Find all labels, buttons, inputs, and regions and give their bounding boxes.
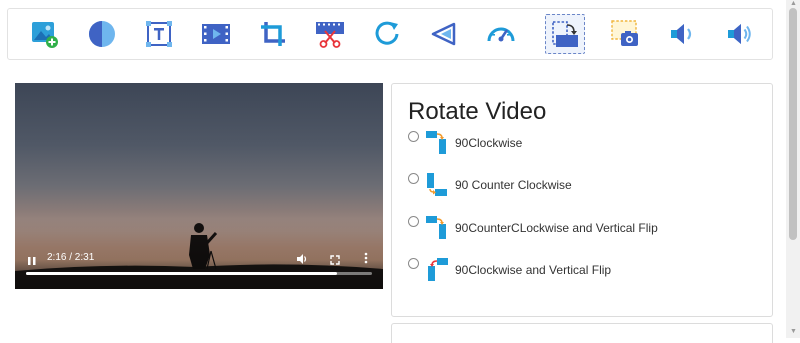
volume-high-icon: [728, 24, 751, 44]
pause-button[interactable]: [27, 253, 37, 265]
cut-video-icon: [316, 22, 344, 48]
rotate-counter-clockwise-icon: [427, 173, 447, 196]
rotate-video-icon: [552, 21, 578, 47]
add-image-button[interactable]: [25, 14, 65, 54]
crop-button[interactable]: [253, 14, 293, 54]
option-label: 90CounterCLockwise and Vertical Flip: [455, 221, 658, 235]
rotate-video-button[interactable]: [545, 14, 585, 54]
fullscreen-icon: [330, 255, 340, 265]
time-display: 2:16 / 2:31: [47, 252, 95, 263]
more-vertical-icon: [364, 252, 368, 264]
volume-icon: [297, 254, 307, 264]
reverse-icon: [431, 22, 456, 46]
volume-low-icon: [671, 24, 692, 44]
loop-button[interactable]: [367, 14, 407, 54]
video-clip-icon: [202, 24, 230, 44]
secondary-panel: [391, 323, 773, 343]
panel-title: Rotate Video: [408, 98, 547, 125]
add-image-icon: [32, 22, 58, 48]
fullscreen-button[interactable]: [330, 252, 340, 265]
screenshot-icon: [611, 20, 638, 46]
radio-90-clockwise-vertical-flip[interactable]: [408, 257, 419, 269]
color-adjust-icon: [89, 21, 115, 47]
scroll-down-icon[interactable]: ▼: [790, 328, 797, 335]
option-90-clockwise-vertical-flip[interactable]: 90Clockwise and Vertical Flip: [408, 256, 611, 284]
rotate-clockwise-icon: [426, 131, 446, 154]
cut-video-button[interactable]: [310, 14, 350, 54]
seek-bar[interactable]: [26, 272, 372, 275]
crop-icon: [261, 22, 285, 46]
option-90-clockwise[interactable]: 90Clockwise: [408, 129, 522, 157]
speed-button[interactable]: [481, 14, 521, 54]
rotate-clockwise-flip-icon: [428, 258, 448, 281]
radio-90-clockwise[interactable]: [408, 130, 419, 142]
page-scrollbar[interactable]: ▲ ▼: [786, 0, 800, 338]
radio-90-counter-clockwise-vertical-flip[interactable]: [408, 215, 419, 227]
volume-low-button[interactable]: [662, 14, 702, 54]
screenshot-button[interactable]: [605, 14, 645, 54]
option-90-counter-clockwise-vertical-flip[interactable]: 90CounterCLockwise and Vertical Flip: [408, 214, 658, 242]
toolbar: [7, 8, 773, 60]
scrollbar-thumb[interactable]: [789, 8, 797, 240]
reverse-button[interactable]: [424, 14, 464, 54]
rotate-panel: Rotate Video 90Clockwise 90 Counter Cloc…: [391, 83, 773, 317]
video-player[interactable]: 2:16 / 2:31: [15, 83, 383, 289]
mute-button[interactable]: [296, 252, 308, 264]
add-text-icon: [146, 21, 172, 47]
option-label: 90Clockwise: [455, 136, 523, 150]
rotate-counter-clockwise-flip-icon: [426, 216, 446, 239]
speed-icon: [487, 27, 515, 42]
loop-icon: [375, 21, 399, 45]
video-clip-button[interactable]: [196, 14, 236, 54]
pause-icon: [28, 257, 36, 265]
option-label: 90 Counter Clockwise: [455, 178, 572, 192]
option-90-counter-clockwise[interactable]: 90 Counter Clockwise: [408, 171, 572, 199]
color-adjust-button[interactable]: [82, 14, 122, 54]
option-label: 90Clockwise and Vertical Flip: [455, 263, 612, 277]
more-options-button[interactable]: [363, 251, 369, 264]
volume-high-button[interactable]: [719, 14, 759, 54]
add-text-button[interactable]: [139, 14, 179, 54]
scroll-up-icon[interactable]: ▲: [790, 0, 797, 7]
radio-90-counter-clockwise[interactable]: [408, 172, 419, 184]
seek-progress: [26, 272, 338, 275]
